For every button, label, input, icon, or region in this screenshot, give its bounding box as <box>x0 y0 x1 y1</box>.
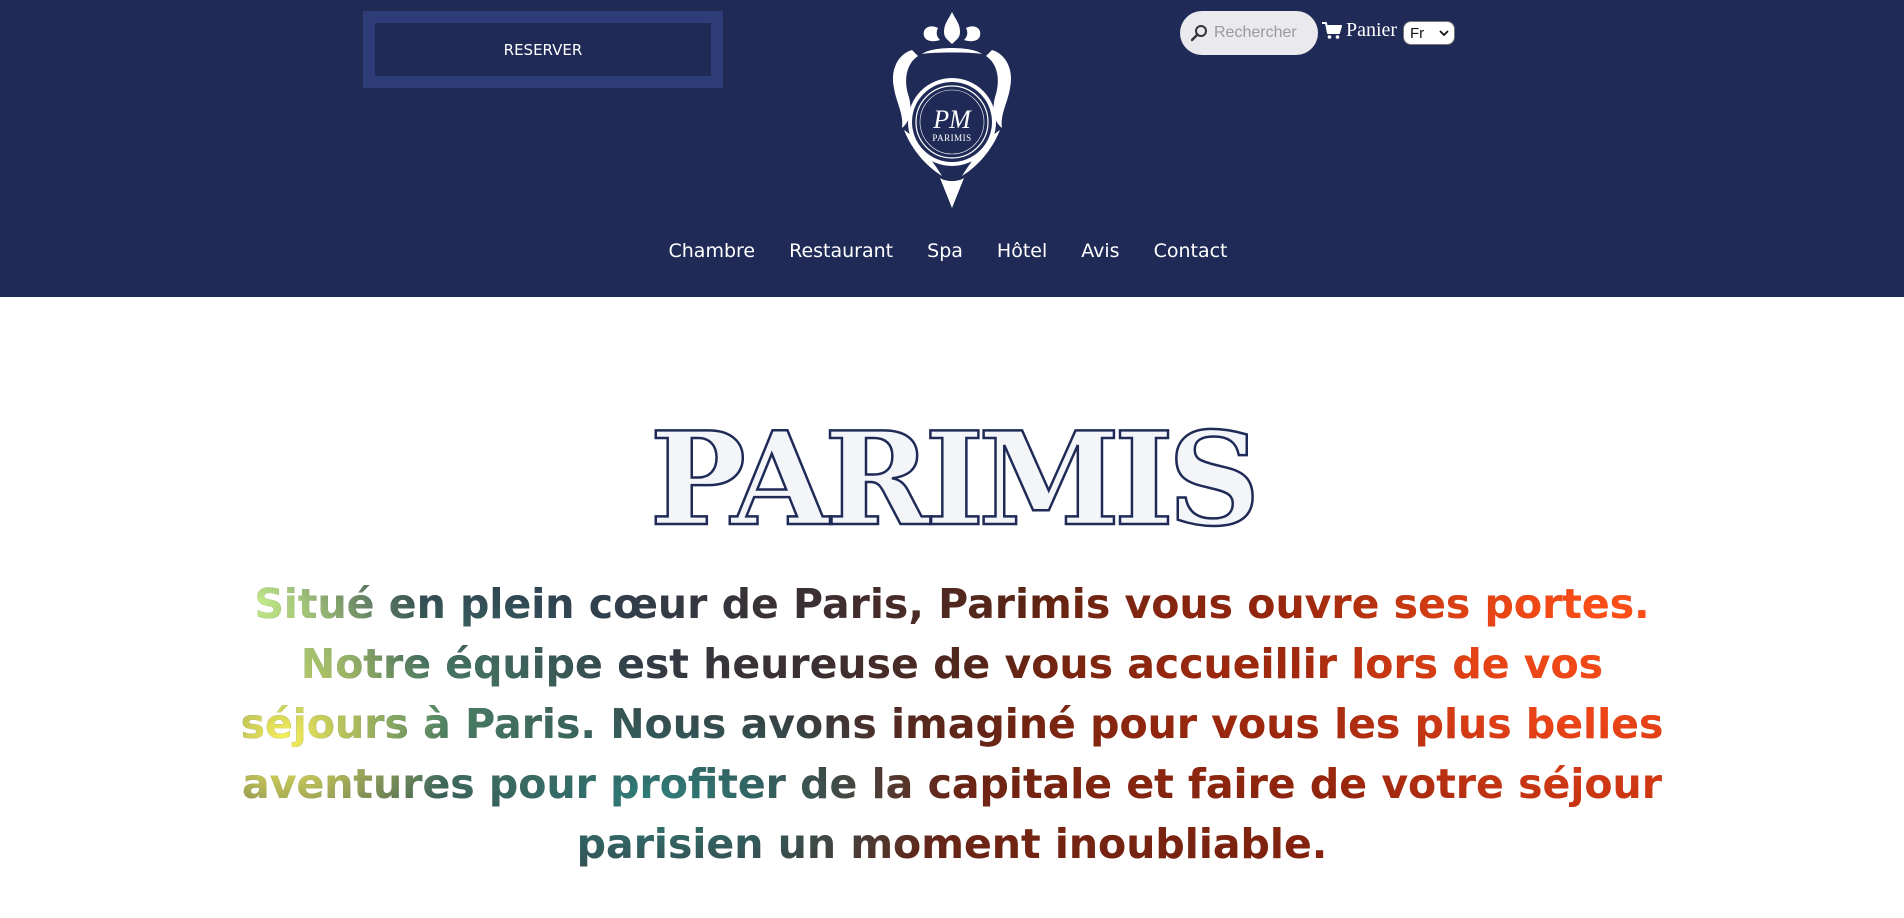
chevron-down-icon <box>1439 29 1449 36</box>
nav-item-chambre[interactable]: Chambre <box>669 240 756 262</box>
page: RESERVER PM PARIMIS Rechercher Panier Fr… <box>0 0 1904 918</box>
site-header: RESERVER PM PARIMIS Rechercher Panier Fr… <box>0 0 1904 297</box>
main-nav: Chambre Restaurant Spa Hôtel Avis Contac… <box>0 240 1900 262</box>
logo-monogram: PM <box>932 105 972 134</box>
nav-item-spa[interactable]: Spa <box>927 240 963 262</box>
search-input[interactable] <box>1212 23 1312 43</box>
nav-item-contact[interactable]: Contact <box>1154 240 1228 262</box>
logo-name: PARIMIS <box>932 133 971 143</box>
language-select[interactable]: Fr <box>1403 21 1455 45</box>
nav-item-hotel[interactable]: Hôtel <box>997 240 1047 262</box>
nav-item-restaurant[interactable]: Restaurant <box>789 240 893 262</box>
reserve-button[interactable]: RESERVER <box>375 23 711 76</box>
language-selected: Fr <box>1410 24 1425 42</box>
logo[interactable]: PM PARIMIS <box>882 10 1022 210</box>
reserve-button-frame: RESERVER <box>363 11 723 88</box>
intro-text: Situé en plein cœur de Paris, Parimis vo… <box>210 574 1694 874</box>
cart-label: Panier <box>1346 19 1398 41</box>
cart-link[interactable]: Panier <box>1322 19 1397 42</box>
search-icon <box>1190 25 1207 42</box>
search-box[interactable] <box>1180 11 1318 55</box>
nav-item-avis[interactable]: Avis <box>1081 240 1119 262</box>
page-title: PARIMIS <box>649 404 1262 555</box>
cart-icon <box>1322 21 1342 39</box>
